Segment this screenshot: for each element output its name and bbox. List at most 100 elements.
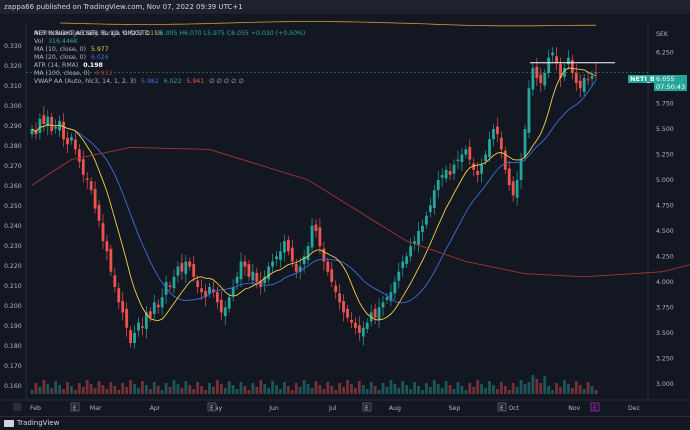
- volume-bar: [346, 380, 349, 394]
- volume-bar: [417, 386, 420, 394]
- candle-body: [93, 188, 97, 209]
- volume-bar: [527, 382, 531, 394]
- left-axis-tick: 0.190: [4, 323, 22, 330]
- volume-bar: [586, 382, 590, 394]
- x-axis-tick: Apr: [150, 405, 161, 412]
- candle-body: [70, 137, 73, 141]
- vol-line: Vol 316.446K: [34, 38, 308, 46]
- volume-bar: [188, 385, 192, 394]
- volume-bar: [377, 390, 381, 394]
- candle-body: [452, 164, 456, 174]
- left-axis-tick: 0.270: [4, 163, 22, 170]
- volume-bar: [235, 389, 239, 394]
- volume-bar: [318, 385, 322, 394]
- candle-body: [436, 179, 440, 191]
- main-legend: NET INSIGHT AB SER. B, 1D, OMXSTO O6.005…: [34, 30, 308, 86]
- volume-bar: [70, 386, 73, 394]
- candle-body: [129, 330, 133, 344]
- symbol-tag: NETI_B: [628, 75, 657, 83]
- volume-bar: [330, 386, 334, 394]
- volume-bar: [148, 389, 152, 394]
- candle-body: [476, 171, 480, 175]
- left-axis-tick: 0.210: [4, 283, 22, 290]
- volume-bar: [208, 383, 211, 394]
- x-axis-tick: Feb: [30, 405, 41, 412]
- right-axis-tick: 6.250: [656, 50, 674, 57]
- publish-header: zappa66 published on TradingView.com, No…: [0, 0, 690, 14]
- candle-body: [354, 322, 357, 328]
- volume-bar: [397, 388, 401, 394]
- candle-body: [511, 181, 515, 196]
- volume-bar: [129, 380, 133, 394]
- volume-bar: [77, 383, 81, 394]
- candle-body: [405, 256, 409, 264]
- left-axis-tick: 0.170: [4, 363, 22, 370]
- candle-body: [200, 288, 203, 293]
- x-axis-tick: Jun: [268, 405, 279, 412]
- candle-body: [397, 271, 401, 281]
- candle-body: [290, 247, 294, 262]
- symbol-ohlc: O6.005 H6.070 L5.975 C6.055 +0.030 (+0.5…: [154, 30, 306, 37]
- volume-bar: [141, 381, 144, 394]
- candle-body: [586, 79, 590, 81]
- publish-line: zappa66 published on TradingView.com, No…: [4, 3, 243, 11]
- volume-bar: [247, 390, 251, 394]
- volume-bar: [310, 388, 314, 394]
- volume-bar: [484, 388, 487, 394]
- earnings-marker-label: E: [365, 406, 369, 412]
- atr-value: 0.198: [83, 62, 103, 69]
- candle-body: [499, 137, 503, 150]
- volume-bar: [421, 390, 424, 394]
- candle-body: [137, 322, 140, 331]
- candle-body: [184, 261, 188, 275]
- earnings-marker-label: E: [500, 406, 504, 412]
- candle-body: [334, 285, 338, 293]
- volume-bar: [255, 387, 259, 394]
- scale-button: [13, 403, 21, 411]
- volume-bar: [476, 380, 480, 394]
- right-axis-tick: 5.000: [656, 177, 674, 184]
- candle-body: [515, 179, 519, 198]
- candle-body: [495, 126, 499, 135]
- chart-area[interactable]: SEK6.2506.0005.7505.5005.2505.0004.7504.…: [0, 14, 690, 416]
- candle-body: [275, 256, 278, 260]
- volume-bar: [590, 386, 594, 394]
- volume-bar: [578, 385, 582, 394]
- volume-bar: [200, 386, 203, 394]
- right-axis-tick: 5.750: [656, 101, 674, 108]
- candle-body: [547, 57, 551, 73]
- candle-body: [89, 181, 93, 191]
- last-price-tag: 6.055 07:50:43: [654, 75, 688, 91]
- volume-bar: [519, 380, 523, 394]
- candle-body: [432, 190, 436, 208]
- volume-bar: [294, 383, 298, 394]
- candle-body: [208, 286, 211, 294]
- x-axis-tick: Mar: [90, 405, 102, 412]
- ma20-value: 6.026: [90, 54, 109, 61]
- right-axis-tick: 4.000: [656, 279, 674, 286]
- x-axis-tick: Dec: [628, 405, 641, 412]
- candle-body: [318, 227, 322, 247]
- symbol-tag-text: NETI_B: [630, 75, 655, 83]
- volume-bar: [121, 383, 125, 394]
- volume-bar: [507, 390, 511, 394]
- volume-bar: [156, 386, 160, 394]
- candle-body: [460, 154, 464, 163]
- candle-body: [271, 261, 274, 267]
- adr-line: [59, 21, 597, 27]
- right-axis-tick: 3.000: [656, 381, 674, 388]
- candle-body: [574, 72, 578, 84]
- volume-bar: [137, 388, 140, 394]
- candle-body: [239, 261, 243, 280]
- volume-bar: [259, 380, 263, 394]
- volume-bar: [326, 382, 330, 394]
- candle-body: [468, 146, 472, 160]
- candle-body: [350, 320, 353, 323]
- candle-body: [373, 308, 377, 318]
- candle-body: [50, 116, 54, 132]
- candle-body: [425, 215, 428, 225]
- volume-bar: [543, 376, 547, 394]
- atr-label: ATR (14, RMA): [34, 62, 79, 69]
- tradingview-logo[interactable]: TradingView: [4, 419, 59, 427]
- volume-bar: [85, 380, 89, 394]
